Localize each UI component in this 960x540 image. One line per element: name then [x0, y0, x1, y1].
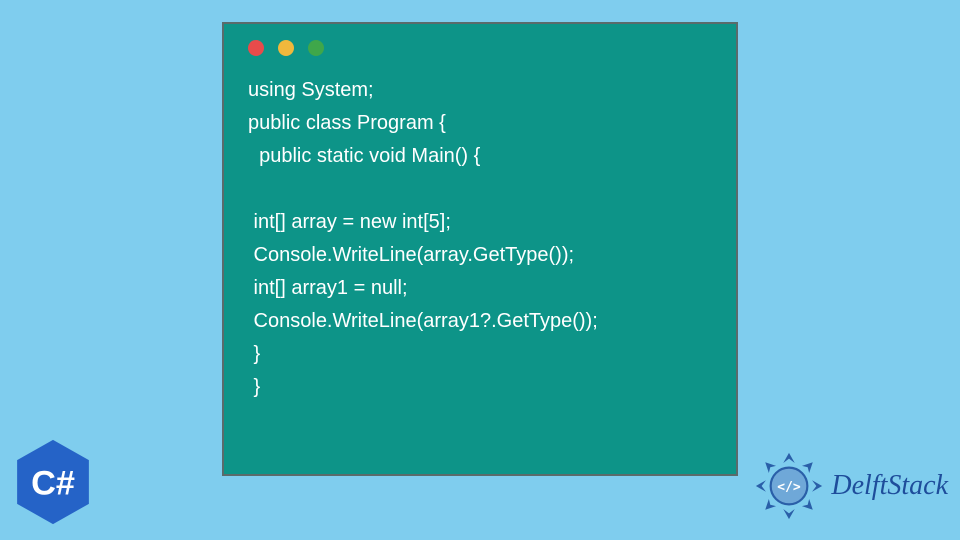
- csharp-label: C#: [31, 464, 75, 502]
- delftstack-label: DelftStack: [831, 470, 948, 502]
- code-block: using System; public class Program { pub…: [248, 74, 718, 404]
- svg-text:</>: </>: [778, 480, 802, 495]
- code-window: using System; public class Program { pub…: [222, 22, 738, 476]
- delftstack-brand: </> DelftStack: [753, 450, 948, 522]
- close-icon: [248, 40, 264, 56]
- window-traffic-lights: [248, 40, 718, 56]
- minimize-icon: [278, 40, 294, 56]
- maximize-icon: [308, 40, 324, 56]
- delftstack-logo-icon: </>: [753, 450, 825, 522]
- csharp-badge-icon: C#: [14, 438, 92, 526]
